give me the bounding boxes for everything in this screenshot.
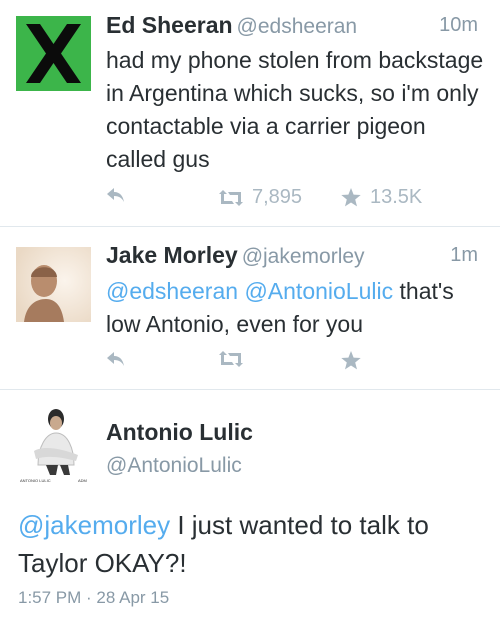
avatar-caption-right: ADM: [78, 478, 87, 483]
tweet-text: @jakemorley I just wanted to talk to Tay…: [18, 506, 488, 582]
mention-link[interactable]: @AntonioLulic: [244, 278, 393, 304]
display-name[interactable]: Antonio Lulic: [106, 419, 253, 446]
reply-icon: [107, 188, 124, 202]
profile-photo-icon: ANTONIO LULIC ADM: [16, 405, 93, 485]
tweet-text: had my phone stolen from backstage in Ar…: [106, 47, 484, 172]
tweet-jakemorley[interactable]: Jake Morley @jakemorley 1m @edsheeran @An…: [0, 227, 500, 389]
tweet-time: 1m: [450, 244, 478, 266]
tweet-time: 10m: [439, 14, 478, 36]
retweet-button[interactable]: 7,895: [218, 186, 302, 209]
star-icon: [341, 351, 361, 370]
favorite-button[interactable]: [340, 350, 362, 371]
tweet-edsheeran[interactable]: Ed Sheeran @edsheeran 10m had my phone st…: [0, 0, 500, 226]
x-album-icon: [16, 16, 91, 91]
divider: [0, 389, 500, 390]
mention-link[interactable]: @jakemorley: [18, 510, 170, 540]
favorite-button[interactable]: 13.5K: [340, 186, 422, 209]
avatar[interactable]: [16, 16, 91, 91]
user-handle[interactable]: @edsheeran: [237, 15, 358, 38]
star-icon: [341, 188, 361, 207]
reply-icon: [107, 352, 124, 366]
user-handle[interactable]: @jakemorley: [242, 245, 365, 268]
reply-button[interactable]: [106, 350, 126, 368]
display-name[interactable]: Jake Morley: [106, 242, 238, 268]
avatar-caption-left: ANTONIO LULIC: [20, 478, 51, 483]
favorite-count: 13.5K: [370, 186, 423, 208]
avatar[interactable]: ANTONIO LULIC ADM: [16, 405, 93, 485]
mention-link[interactable]: @edsheeran: [106, 278, 238, 304]
retweet-button[interactable]: [218, 350, 244, 368]
reply-button[interactable]: [106, 186, 126, 204]
tweet-timestamp: 1:57 PM · 28 Apr 15: [18, 588, 170, 607]
retweet-icon: [219, 351, 243, 367]
retweet-count: 7,895: [252, 186, 303, 208]
user-handle[interactable]: @AntonioLulic: [106, 454, 242, 478]
avatar[interactable]: [16, 247, 91, 322]
profile-photo-icon: [16, 247, 91, 322]
retweet-icon: [219, 189, 243, 206]
display-name[interactable]: Ed Sheeran: [106, 12, 233, 38]
tweet-text: @edsheeran @AntonioLulic that's low Anto…: [106, 275, 486, 341]
